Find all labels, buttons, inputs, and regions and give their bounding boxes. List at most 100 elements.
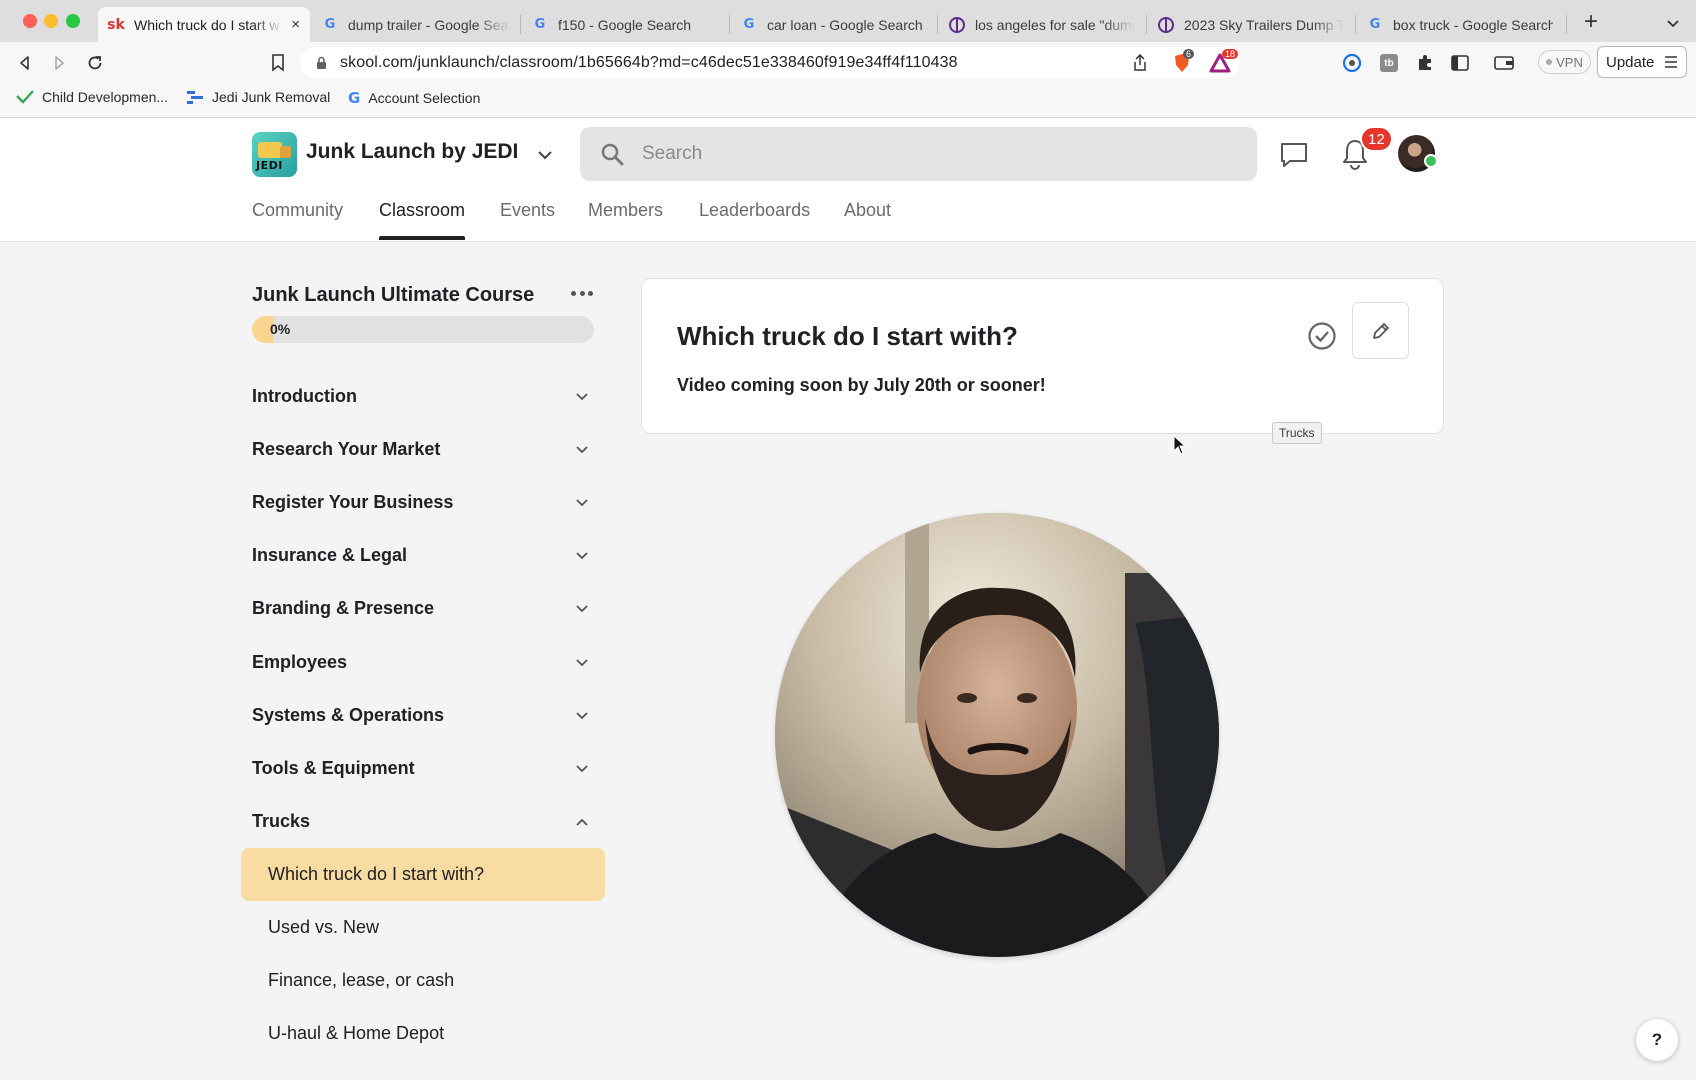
lock-icon — [317, 56, 326, 69]
tab-about[interactable]: About — [844, 200, 891, 221]
bookmark-item[interactable]: Child Developmen... — [16, 89, 168, 105]
notification-badge: 12 — [1360, 126, 1393, 152]
mark-complete-check-icon[interactable] — [1307, 321, 1337, 351]
more-options-icon[interactable] — [571, 284, 593, 302]
search-icon — [601, 143, 624, 166]
section-label: Employees — [252, 651, 348, 672]
tab-divider — [1566, 15, 1567, 34]
tab-title: dump trailer - Google Sear — [348, 16, 510, 33]
extension-tb-icon[interactable]: tb — [1378, 52, 1400, 74]
logo-truck-cab — [280, 146, 291, 158]
browser-tab[interactable]: G dump trailer - Google Sear — [312, 7, 520, 42]
share-icon[interactable] — [1132, 54, 1148, 72]
lesson-card: Which truck do I start with? Video comin… — [641, 278, 1444, 434]
community-logo[interactable]: JEDI — [252, 132, 297, 177]
chevron-down-icon[interactable] — [534, 144, 556, 166]
progress-label: 0% — [270, 321, 291, 337]
edit-lesson-button[interactable] — [1352, 302, 1409, 359]
google-icon: G — [324, 17, 336, 32]
maximize-window-button[interactable] — [66, 14, 80, 28]
chevron-down-icon — [576, 765, 588, 773]
sidebar-section-register-your-business[interactable]: Register Your Business — [252, 486, 596, 518]
bookmark-label: Account Selection — [368, 90, 481, 106]
back-button[interactable] — [12, 50, 38, 76]
sidebar-section-trucks[interactable]: Trucks — [252, 805, 596, 837]
browser-tab[interactable]: sk Which truck do I start w × — [98, 7, 310, 42]
lesson-item[interactable]: U-haul & Home Depot — [241, 1007, 605, 1060]
tab-members[interactable]: Members — [588, 200, 663, 221]
browser-tab[interactable]: G f150 - Google Search — [522, 7, 728, 42]
lesson-video[interactable] — [775, 513, 1219, 957]
browser-tab[interactable]: los angeles for sale "dump — [939, 7, 1145, 42]
tab-divider — [937, 15, 938, 34]
help-button[interactable]: ? — [1636, 1019, 1678, 1061]
lesson-item[interactable]: Finance, lease, or cash — [241, 954, 605, 1007]
sidebar-section-systems-operations[interactable]: Systems & Operations — [252, 699, 596, 731]
active-tab-indicator — [379, 236, 465, 240]
browser-tab[interactable]: G car loan - Google Search — [731, 7, 937, 42]
tab-search-chevron-icon[interactable] — [1660, 10, 1686, 36]
sidebar-section-insurance-legal[interactable]: Insurance & Legal — [252, 539, 596, 571]
tab-divider — [729, 15, 730, 34]
tab-community[interactable]: Community — [252, 200, 343, 221]
chevron-down-icon — [576, 499, 588, 507]
google-icon: G — [534, 17, 546, 32]
bookmark-item[interactable]: G Account Selection — [348, 89, 480, 107]
community-name[interactable]: Junk Launch by JEDI — [306, 140, 518, 164]
lesson-item-active[interactable]: Which truck do I start with? — [241, 848, 605, 901]
address-bar[interactable]: skool.com/junklaunch/classroom/1b65664b?… — [300, 47, 1240, 79]
tab-divider — [1355, 15, 1356, 34]
lesson-item[interactable]: Used vs. New — [241, 901, 605, 954]
brave-rewards-icon[interactable]: 18 — [1208, 49, 1239, 74]
section-label: Introduction — [252, 385, 357, 406]
close-window-button[interactable] — [23, 14, 37, 28]
sidebar-section-employees[interactable]: Employees — [252, 646, 596, 678]
logo-truck-body — [258, 142, 282, 158]
browser-tab[interactable]: 2023 Sky Trailers Dump Tr — [1148, 7, 1354, 42]
chevron-down-icon — [576, 393, 588, 401]
new-tab-button[interactable]: + — [1578, 8, 1604, 35]
sidebar-toggle-icon[interactable] — [1449, 52, 1471, 74]
google-icon: G — [348, 89, 361, 107]
tab-leaderboards[interactable]: Leaderboards — [699, 200, 810, 221]
search-input[interactable]: Search — [580, 127, 1257, 181]
tab-divider — [520, 15, 521, 34]
menu-icon — [1665, 56, 1677, 68]
course-progress-bar: 0% — [252, 316, 594, 343]
close-icon[interactable]: × — [291, 16, 300, 33]
chat-icon[interactable] — [1279, 141, 1309, 169]
tab-events[interactable]: Events — [500, 200, 555, 221]
sidebar-section-introduction[interactable]: Introduction — [252, 380, 596, 412]
brave-shield-icon[interactable]: 6 — [1171, 49, 1195, 74]
sidebar-section-branding-presence[interactable]: Branding & Presence — [252, 592, 596, 624]
minimize-window-button[interactable] — [44, 14, 58, 28]
browser-tab[interactable]: G box truck - Google Search — [1357, 7, 1563, 42]
update-button[interactable]: Update — [1597, 46, 1687, 78]
url-text: skool.com/junklaunch/classroom/1b65664b?… — [340, 54, 958, 71]
puzzle-extensions-icon[interactable] — [1414, 52, 1436, 74]
bookmark-item[interactable]: Jedi Junk Removal — [186, 89, 330, 105]
section-label: Trucks — [252, 810, 311, 831]
skool-icon: sk — [107, 16, 125, 33]
bookmarks-bar: Child Developmen... Jedi Junk Removal G … — [0, 83, 1696, 118]
online-status-dot — [1424, 154, 1438, 168]
sidebar-section-research-your-market[interactable]: Research Your Market — [252, 433, 596, 465]
brave-rewards-count: 18 — [1222, 49, 1239, 59]
wallet-icon[interactable] — [1493, 52, 1515, 74]
video-frame-image — [775, 513, 1219, 957]
section-label: Register Your Business — [252, 491, 454, 512]
search-placeholder: Search — [642, 143, 703, 164]
pencil-icon — [1372, 322, 1389, 339]
course-title: Junk Launch Ultimate Course — [252, 284, 535, 306]
vpn-button[interactable]: VPN — [1538, 50, 1591, 74]
google-icon: G — [743, 17, 755, 32]
brave-shield-count: 6 — [1183, 49, 1195, 59]
bookmark-icon[interactable] — [265, 50, 291, 76]
forward-button[interactable] — [46, 50, 72, 76]
reload-button[interactable] — [82, 50, 108, 76]
tab-title: f150 - Google Search — [558, 16, 692, 33]
password-manager-icon[interactable] — [1341, 52, 1363, 74]
sidebar-section-tools-equipment[interactable]: Tools & Equipment — [252, 752, 596, 784]
tab-classroom[interactable]: Classroom — [379, 200, 465, 221]
update-label: Update — [1606, 53, 1655, 71]
